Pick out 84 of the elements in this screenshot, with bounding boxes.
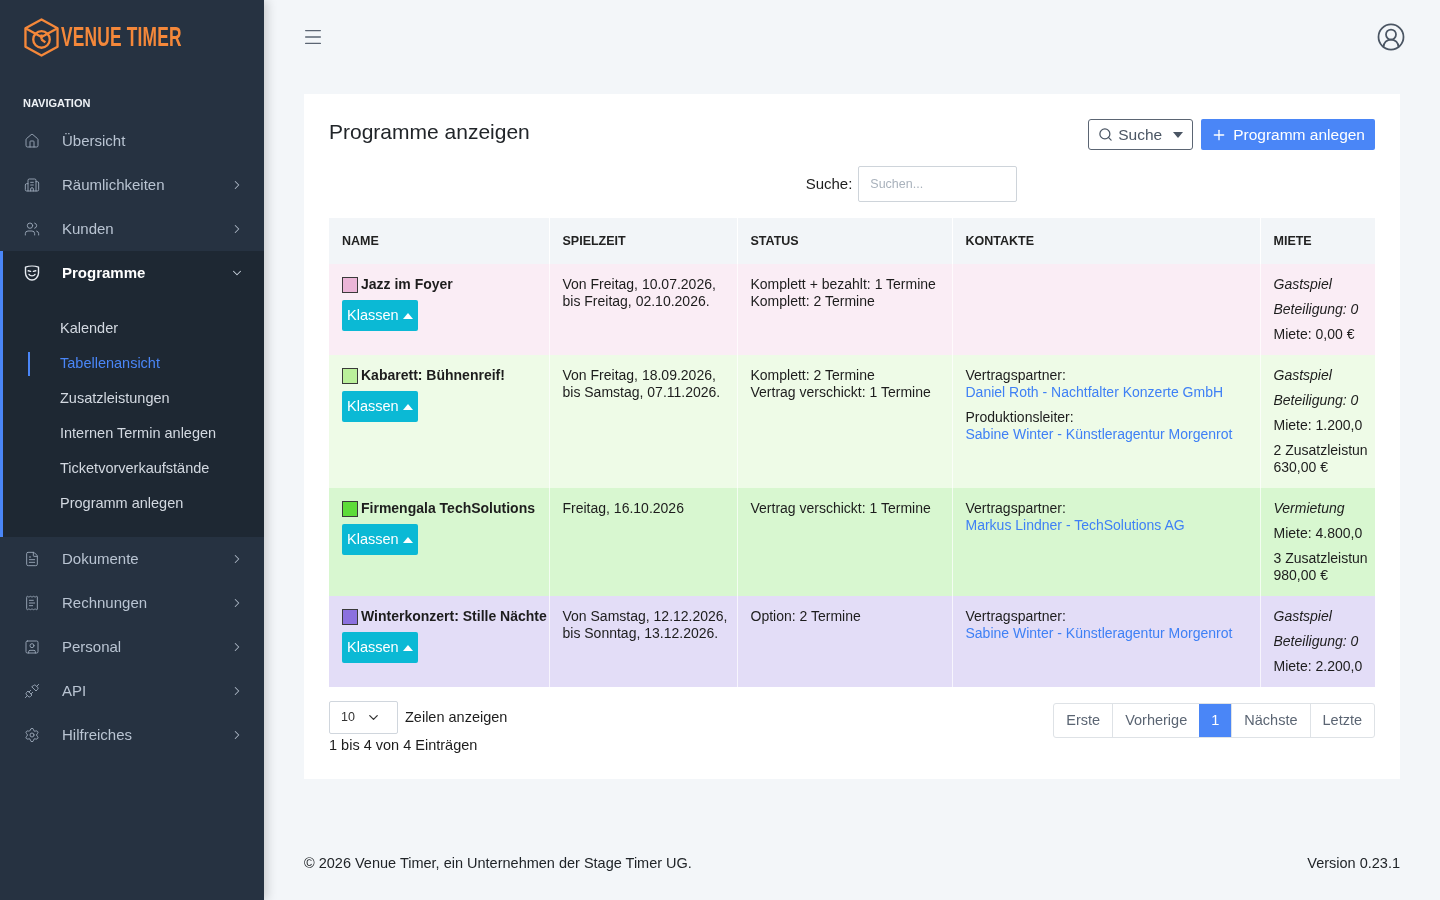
copyright-text: © 2026 Venue Timer, ein Unternehmen der Stage Timer UG. — [304, 854, 692, 874]
rent-text: Miete: 4.800,0 — [1273, 525, 1364, 542]
search-label: Suche: — [805, 173, 853, 194]
date-range-text: Von Freitag, 18.09.2026, bis Samstag, 07.11.2026. — [562, 367, 722, 401]
page-title: Programme anzeigen — [329, 119, 530, 144]
rent-text: 3 Zusatzleistun 980,00 € — [1273, 550, 1369, 584]
sub-nav-item[interactable]: Tabellenansicht — [28, 352, 264, 376]
status-text: Option: 2 Termine — [750, 608, 862, 625]
date-range-text: Von Samstag, 12.12.2026, bis Sonntag, 13.12.2026. — [562, 608, 729, 642]
mask-icon — [24, 265, 40, 281]
column-header: SPIELZEIT — [549, 218, 737, 264]
nav-item[interactable]: Programme — [3, 251, 264, 295]
receipt-icon — [24, 595, 40, 611]
user-icon[interactable] — [1376, 22, 1406, 52]
search-field[interactable]: Suchen... — [858, 166, 1018, 202]
status-text: Komplett: 2 Termine — [750, 293, 876, 310]
nav-item[interactable]: Personal — [3, 625, 264, 669]
date-range-text: Von Freitag, 10.07.2026, bis Freitag, 02.10.2026. — [562, 276, 717, 310]
nav-item[interactable]: Kunden — [3, 207, 264, 251]
program-name: Kabarett: Bühnenreif! — [361, 367, 505, 384]
contact-link[interactable]: Sabine Winter - Künstleragentur Morgenrot — [965, 426, 1233, 443]
rent-note-text: Vermietung — [1273, 500, 1346, 517]
contact-role-label: Vertragspartner: — [965, 500, 1066, 517]
status-text: Vertrag verschickt: 1 Termine — [750, 384, 932, 401]
status-text: Komplett + bezahlt: 1 Termine — [750, 276, 937, 293]
rent-text: Miete: 1.200,0 — [1273, 417, 1364, 434]
sub-nav-item[interactable]: Ticketvorverkaufstände — [28, 457, 264, 481]
users-icon — [24, 221, 40, 237]
contact-link[interactable]: Daniel Roth - Nachtfalter Konzerte GmbH — [965, 384, 1224, 401]
rent-note-text: Beteiligung: 0 — [1273, 301, 1360, 318]
program-name: Jazz im Foyer — [361, 276, 453, 293]
search-icon — [1098, 127, 1114, 142]
sub-nav-item[interactable]: Internen Termin anlegen — [28, 422, 264, 446]
nav-item[interactable]: Hilfreiches — [3, 713, 264, 757]
caret-down-icon — [1173, 131, 1184, 138]
rent-note-text: Beteiligung: 0 — [1273, 633, 1360, 650]
column-header: MIETE — [1260, 218, 1375, 264]
rent-note-text: Gastspiel — [1273, 367, 1333, 384]
sub-nav-item[interactable]: Zusatzleistungen — [28, 387, 264, 411]
nav-item[interactable]: Übersicht — [3, 119, 264, 163]
logo-text: VENUE TIMER — [61, 23, 182, 51]
date-range-text: Freitag, 16.10.2026 — [562, 500, 685, 517]
program-name: Winterkonzert: Stille Nächte — [361, 608, 547, 625]
contact-role-label: Produktionsleiter: — [965, 409, 1074, 426]
settings-icon — [24, 727, 40, 743]
logo-icon — [24, 17, 59, 57]
pagination-button[interactable]: Letzte — [1309, 704, 1374, 737]
unplug-icon — [24, 683, 40, 699]
pagination-button[interactable]: Erste — [1054, 704, 1113, 737]
nav-item[interactable]: Dokumente — [3, 537, 264, 581]
page-length-select[interactable]: 10 — [329, 701, 398, 734]
caret-up-icon — [402, 312, 413, 319]
user-square-icon — [24, 639, 40, 655]
rent-note-text: Gastspiel — [1273, 276, 1333, 293]
rent-text: 2 Zusatzleistun 630,00 € — [1273, 442, 1369, 476]
sub-nav-item[interactable]: Programm anlegen — [28, 492, 264, 516]
rent-text: Miete: 0,00 € — [1273, 326, 1356, 343]
building-icon — [24, 177, 40, 193]
nav-item[interactable]: Rechnungen — [3, 581, 264, 625]
entries-info-text: 1 bis 4 von 4 Einträgen — [329, 736, 479, 754]
nav-item[interactable]: API — [3, 669, 264, 713]
column-header: KONTAKTE — [952, 218, 1260, 264]
sub-nav-item[interactable]: Kalender — [28, 317, 264, 341]
contact-role-label: Vertragspartner: — [965, 608, 1066, 625]
version-text: Version 0.23.1 — [1307, 854, 1400, 874]
caret-up-icon — [402, 403, 413, 410]
rent-text: Miete: 2.200,0 — [1273, 658, 1364, 675]
status-text: Komplett: 2 Termine — [750, 367, 876, 384]
contact-role-label: Vertragspartner: — [965, 367, 1066, 384]
status-text: Vertrag verschickt: 1 Termine — [750, 500, 932, 517]
caret-up-icon — [402, 536, 413, 543]
column-header: STATUS — [737, 218, 952, 264]
rent-note-text: Gastspiel — [1273, 608, 1333, 625]
document-icon — [24, 551, 40, 567]
column-header: NAME — [329, 218, 549, 264]
nav-item[interactable]: Räumlichkeiten — [3, 163, 264, 207]
home-icon — [24, 133, 40, 149]
rent-note-text: Beteiligung: 0 — [1273, 392, 1360, 409]
caret-up-icon — [402, 644, 413, 651]
nav-section-title: NAVIGATION — [23, 97, 91, 109]
program-name: Firmengala TechSolutions — [361, 500, 535, 517]
page-length-label: Zeilen anzeigen — [405, 707, 508, 727]
pagination-button[interactable]: Nächste — [1231, 704, 1310, 737]
search-dropdown-button[interactable]: Suche — [1088, 119, 1194, 150]
